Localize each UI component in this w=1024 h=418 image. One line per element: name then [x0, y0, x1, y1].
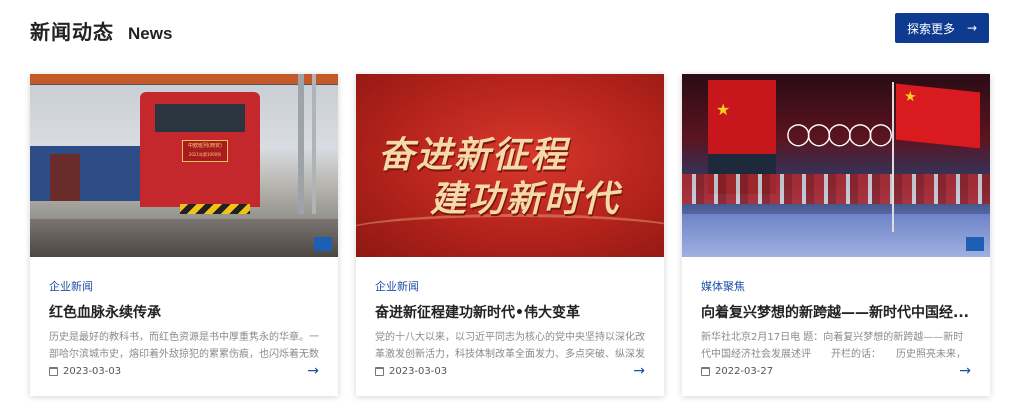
news-category: 企业新闻: [375, 280, 419, 293]
news-date: 2022-03-27: [701, 366, 773, 377]
section-header: 新闻动态 News: [30, 16, 172, 44]
news-date-text: 2023-03-03: [389, 365, 448, 377]
news-category: 企业新闻: [49, 280, 93, 293]
media-badge-icon: [314, 237, 332, 251]
arrow-right-icon: →: [966, 21, 978, 35]
explore-more-label: 探索更多: [906, 21, 955, 36]
olympic-rings-icon: ◯◯◯◯◯: [786, 122, 893, 147]
news-date: 2023-03-03: [375, 366, 447, 377]
news-thumbnail-banner[interactable]: 奋进新征程 建功新时代: [356, 74, 664, 257]
news-card[interactable]: 奋进新征程 建功新时代 企业新闻 奋进新征程建功新时代•伟大变革 党的十八大以来…: [356, 74, 664, 396]
calendar-icon: [701, 366, 710, 376]
news-summary: 新华社北京2月17日电 题：向着复兴梦想的新跨越——新时代中国经济社会发展述评 …: [701, 332, 966, 360]
news-title[interactable]: 向着复兴梦想的新跨越——新时代中国经...: [701, 304, 971, 322]
banner-text-line2: 建功新时代: [430, 179, 621, 220]
section-subtitle: News: [128, 24, 173, 43]
locomotive-plate: 中欧班列(西安) 2021年第1000列: [182, 140, 228, 162]
news-date: 2023-03-03: [49, 366, 121, 377]
news-thumbnail-olympics[interactable]: ★ ◯◯◯◯◯ ★: [682, 74, 990, 257]
news-category: 媒体聚焦: [701, 280, 745, 293]
news-thumbnail-train[interactable]: 中欧班列(西安) 2021年第1000列: [30, 74, 338, 257]
news-card[interactable]: ★ ◯◯◯◯◯ ★ 媒体聚焦 向着复兴梦想的新跨越——新时代中国经... 新华社…: [682, 74, 990, 396]
news-summary: 历史是最好的教科书，而红色资源是书中厚重隽永的华章。一部哈尔滨城市史，熔印着外敌…: [49, 332, 319, 360]
arrow-right-icon[interactable]: →: [307, 363, 319, 379]
news-title[interactable]: 奋进新征程建功新时代•伟大变革: [375, 304, 645, 322]
arrow-right-icon[interactable]: →: [633, 363, 645, 379]
media-badge-icon: [966, 237, 984, 251]
calendar-icon: [49, 366, 58, 376]
news-date-text: 2022-03-27: [715, 365, 774, 377]
news-card[interactable]: 中欧班列(西安) 2021年第1000列 企业新闻 红色血脉永续传承 历史是最好…: [30, 74, 338, 396]
calendar-icon: [375, 366, 384, 376]
explore-more-button[interactable]: 探索更多 →: [895, 13, 989, 43]
news-summary: 党的十八大以来，以习近平同志为核心的党中央坚持以深化改革激发创新活力，科技体制改…: [375, 332, 645, 360]
news-date-text: 2023-03-03: [63, 365, 122, 377]
arrow-right-icon[interactable]: →: [959, 363, 971, 379]
section-title: 新闻动态: [30, 20, 114, 44]
news-title[interactable]: 红色血脉永续传承: [49, 304, 319, 322]
